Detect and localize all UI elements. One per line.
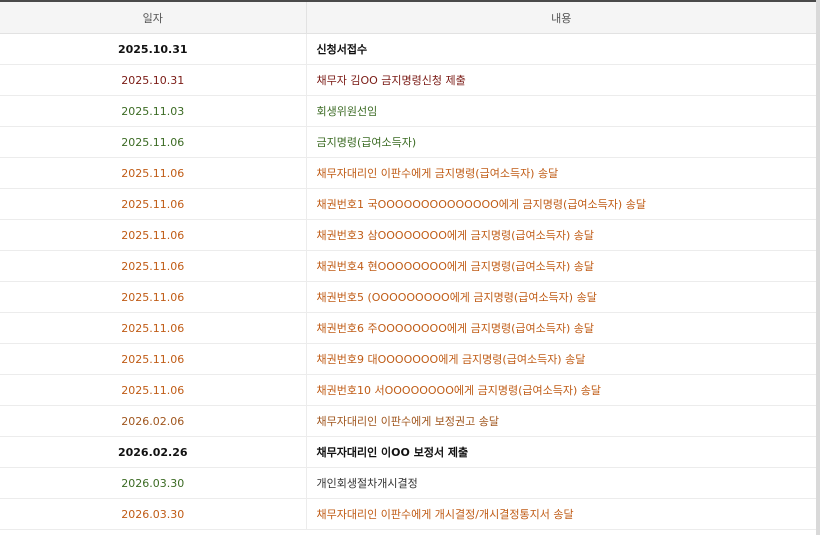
table-row: 2026.03.30 개인회생절차개시결정 [0,467,816,499]
row-date: 2025.11.06 [0,374,307,406]
row-content: 채권번호3 삼OOOOOOOO에게 금지명령(급여소득자) 송달 [306,219,816,251]
row-content: 금지명령(급여소득자) [306,126,816,158]
row-content: 채무자대리인 이판수에게 금지명령(급여소득자) 송달 [306,157,816,189]
table-row: 2025.11.06 채권번호5 (OOOOOOOOO에게 금지명령(급여소득자)… [0,281,816,313]
row-content: 신청서접수 [306,33,816,65]
row-date: 2026.02.06 [0,405,307,437]
table-row: 2025.11.06 채권번호9 대OOOOOOO에게 금지명령(급여소득자) 송… [0,343,816,375]
row-content: 채무자대리인 이판수에게 개시결정/개시결정통지서 송달 [306,498,816,530]
row-date: 2025.11.06 [0,312,307,344]
table-row: 2025.11.06 채권번호3 삼OOOOOOOO에게 금지명령(급여소득자) … [0,219,816,251]
row-date: 2025.10.31 [0,33,307,65]
column-header-content: 내용 [306,2,816,34]
case-history-table: 일자 내용 2025.10.31 신청서접수 2025.10.31 채무자 김OO … [0,2,816,530]
table-row: 2026.03.30 채무자대리인 이판수에게 개시결정/개시결정통지서 송달 [0,498,816,530]
row-date: 2025.11.06 [0,343,307,375]
table-row: 2025.10.31 신청서접수 [0,33,816,65]
table-header-row: 일자 내용 [0,2,816,34]
row-date: 2025.11.06 [0,188,307,220]
row-date: 2026.03.30 [0,498,307,530]
table-row: 2025.10.31 채무자 김OO 금지명령신청 제출 [0,64,816,96]
column-header-date: 일자 [0,2,307,34]
table-row: 2026.02.26 채무자대리인 이OO 보정서 제출 [0,436,816,468]
row-content: 회생위원선임 [306,95,816,127]
table-row: 2025.11.06 금지명령(급여소득자) [0,126,816,158]
row-date: 2025.11.06 [0,281,307,313]
row-content: 채권번호4 현OOOOOOOO에게 금지명령(급여소득자) 송달 [306,250,816,282]
table-row: 2025.11.06 채권번호10 서OOOOOOOO에게 금지명령(급여소득자)… [0,374,816,406]
row-date: 2026.02.26 [0,436,307,468]
table-body: 2025.10.31 신청서접수 2025.10.31 채무자 김OO 금지명령신청… [0,33,816,530]
table-row: 2025.11.06 채권번호4 현OOOOOOOO에게 금지명령(급여소득자) … [0,250,816,282]
row-date: 2025.11.06 [0,250,307,282]
row-content: 채권번호6 주OOOOOOOO에게 금지명령(급여소득자) 송달 [306,312,816,344]
table-row: 2026.02.06 채무자대리인 이판수에게 보정권고 송달 [0,405,816,437]
row-date: 2026.03.30 [0,467,307,499]
row-content: 채권번호5 (OOOOOOOOO에게 금지명령(급여소득자) 송달 [306,281,816,313]
row-date: 2025.11.06 [0,219,307,251]
row-date: 2025.11.03 [0,95,307,127]
row-date: 2025.11.06 [0,157,307,189]
row-date: 2025.10.31 [0,64,307,96]
table-row: 2025.11.06 채무자대리인 이판수에게 금지명령(급여소득자) 송달 [0,157,816,189]
table-row: 2025.11.06 채권번호6 주OOOOOOOO에게 금지명령(급여소득자) … [0,312,816,344]
row-content: 개인회생절차개시결정 [306,467,816,499]
row-content: 채권번호10 서OOOOOOOO에게 금지명령(급여소득자) 송달 [306,374,816,406]
row-content: 채무자대리인 이판수에게 보정권고 송달 [306,405,816,437]
row-content: 채무자대리인 이OO 보정서 제출 [306,436,816,468]
case-history-view: 일자 내용 2025.10.31 신청서접수 2025.10.31 채무자 김OO … [0,0,820,535]
table-row: 2025.11.03 회생위원선임 [0,95,816,127]
row-date: 2025.11.06 [0,126,307,158]
table-row: 2025.11.06 채권번호1 국OOOOOOOOOOOOOO에게 금지명령(급… [0,188,816,220]
row-content: 채권번호1 국OOOOOOOOOOOOOO에게 금지명령(급여소득자) 송달 [306,188,816,220]
row-content: 채무자 김OO 금지명령신청 제출 [306,64,816,96]
row-content: 채권번호9 대OOOOOOO에게 금지명령(급여소득자) 송달 [306,343,816,375]
scrollbar-track[interactable] [816,0,820,535]
